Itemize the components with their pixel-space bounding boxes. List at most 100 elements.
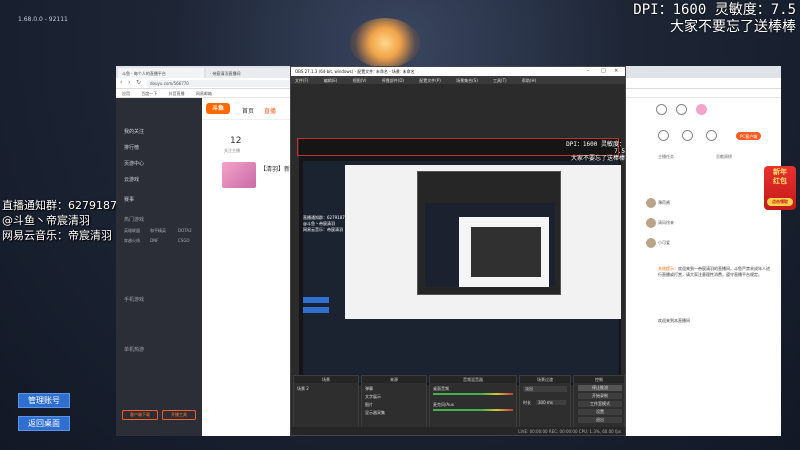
client-download-button[interactable]: 客户端下载 <box>122 410 158 420</box>
menu-profile[interactable]: 配置文件(P) <box>419 78 441 83</box>
start-recording-button[interactable]: 开始录制 <box>578 393 622 399</box>
stream-overlay-left: 直播通知群：627918776 @斗鱼丶帝宸清羽 网易云音乐：帝宸清羽 <box>2 198 131 243</box>
mixer-channel-label: 桌面音频 <box>433 386 449 391</box>
tab-host-task[interactable]: 主播任务 <box>658 154 674 160</box>
menu-scene-collection[interactable]: 场景集合(S) <box>456 78 478 83</box>
promo-line: 红包 <box>773 177 787 185</box>
preview-overlay-line: DPI：1600 灵敏度：7.5 <box>566 141 625 155</box>
broadcast-tool-button[interactable]: 开播工具 <box>162 410 196 420</box>
controls-dock: 控制 停止推流 开始录制 工作室模式 设置 退出 <box>573 375 625 435</box>
overlay-group-text: 直播通知群：627918776 <box>2 199 131 212</box>
chat-system-notice: 系统提示：欢迎来到一帝宸清羽的直播间，斗鱼严禁未成年人进行直播或打赏，请大家注意… <box>658 266 773 278</box>
preview-overlay-button <box>303 297 329 303</box>
duration-label: 时长 <box>523 400 531 405</box>
exit-button[interactable]: 退出 <box>578 417 622 423</box>
sidebar-game-link[interactable]: DNF <box>150 238 158 243</box>
duration-input[interactable]: 300 ms <box>536 400 566 405</box>
close-icon[interactable]: × <box>614 68 618 74</box>
maximize-icon[interactable]: □ <box>601 68 606 74</box>
mixer-channel-label: 麦克风/Aux <box>433 402 454 407</box>
bookmark-item[interactable]: 百度一下 <box>141 91 157 96</box>
back-icon[interactable]: ‹ <box>120 79 122 86</box>
rank-user-name[interactable]: 小可爱 <box>658 240 670 246</box>
message-icon[interactable] <box>676 104 687 115</box>
sidebar-game-link[interactable]: DOTA2 <box>178 228 192 233</box>
bookmark-item[interactable]: 应用 <box>122 91 130 96</box>
promo-claim-button[interactable]: 点击领取 <box>767 198 793 206</box>
return-desktop-button[interactable]: 返回桌面 <box>18 416 70 431</box>
stream-overlay-top-right: DPI：1600 灵敏度：7.5 大家不要忘了送棒棒 <box>633 2 796 36</box>
sidebar-item-webgame[interactable]: 页游中心 <box>124 160 144 167</box>
preview-overlay-button <box>303 307 329 313</box>
sidebar-item-match[interactable]: 赛事 <box>124 196 134 203</box>
overlay-dpi-text: DPI：1600 灵敏度：7.5 <box>633 2 796 18</box>
overlay-reminder-text: 大家不要忘了送棒棒 <box>670 19 796 35</box>
menu-help[interactable]: 帮助(H) <box>522 78 536 83</box>
overlay-douyu-text: @斗鱼丶帝宸清羽 <box>2 214 90 227</box>
preview-overlay-left: 直播通知群：627918776 @斗鱼丶帝宸清羽 网易云音乐：帝宸清羽 <box>303 215 350 233</box>
stop-streaming-button[interactable]: 停止推流 <box>578 385 622 391</box>
sidebar-game-link[interactable]: CSGO <box>178 238 190 243</box>
bookmark-item[interactable]: 抖音直播 <box>169 91 185 96</box>
sidebar-item-follow[interactable]: 我的关注 <box>124 128 144 135</box>
sidebar-game-link[interactable]: 和平精英 <box>150 228 166 234</box>
sidebar-section-hot: 热门游戏 <box>124 217 145 223</box>
forward-icon[interactable]: › <box>128 79 130 86</box>
avatar <box>646 238 656 248</box>
nav-home[interactable]: 首页 <box>242 106 254 115</box>
browser-tab[interactable]: · 帝宸清羽直播间 <box>206 68 292 78</box>
pc-client-button[interactable]: PC客户端 <box>736 132 762 140</box>
transition-select[interactable]: 淡出 <box>523 386 567 392</box>
scenes-dock: 场景 场景 2 <box>293 375 359 435</box>
transitions-title: 场景过渡 <box>520 376 570 383</box>
obs-menu-bar: 文件(F) 编辑(E) 视图(V) 停靠部件(D) 配置文件(P) 场景集合(S… <box>291 76 625 84</box>
studio-mode-button[interactable]: 工作室模式 <box>578 401 622 407</box>
obs-title: OBS 27.1.3 (64-bit, windows) - 配置文件: 未命名… <box>295 69 415 74</box>
source-item[interactable]: 图片 <box>365 402 373 408</box>
share-icon[interactable] <box>682 130 693 141</box>
nav-live[interactable]: 直播 <box>264 106 276 115</box>
sidebar-section-mobile: 手机游戏 <box>124 297 145 303</box>
preview-overlay-line: 大家不要忘了送棒棒 <box>570 155 625 162</box>
menu-view[interactable]: 视图(V) <box>353 78 367 83</box>
report-icon[interactable] <box>706 130 717 141</box>
minimize-icon[interactable]: – <box>587 68 590 74</box>
overlay-music-text: 网易云音乐：帝宸清羽 <box>2 229 112 242</box>
audio-meter <box>433 393 513 395</box>
douyu-logo[interactable]: 斗鱼 <box>206 103 230 114</box>
sources-dock: 来源 弹幕 文字展示 图片 显示器采集 <box>361 375 427 435</box>
scene-item[interactable]: 场景 2 <box>297 386 309 392</box>
new-year-red-packet[interactable]: 新年 红包 点击领取 <box>764 166 796 210</box>
tab-weekly-rank[interactable]: 贡献周榜 <box>716 154 732 160</box>
browser-tab[interactable]: 斗鱼 · 每个人的直播平台 <box>118 68 204 78</box>
gift-icon[interactable] <box>658 130 669 141</box>
avatar <box>646 218 656 228</box>
audio-mixer-title: 音频混音器 <box>430 376 516 383</box>
rank-user-name[interactable]: 清风徐来 <box>658 220 674 226</box>
menu-edit[interactable]: 编辑(E) <box>324 78 338 83</box>
menu-docks[interactable]: 停靠部件(D) <box>382 78 404 83</box>
address-input[interactable]: douyu.com/566770 <box>146 80 296 87</box>
bookmark-item[interactable]: 网易邮箱 <box>196 91 212 96</box>
rank-user-name[interactable]: 薄荷酱 <box>658 200 670 206</box>
sidebar-item-rank[interactable]: 排行榜 <box>124 144 139 151</box>
menu-file[interactable]: 文件(F) <box>295 78 308 83</box>
reload-icon[interactable]: ↻ <box>136 79 141 86</box>
settings-button[interactable]: 设置 <box>578 409 622 415</box>
sidebar-item-cloudgame[interactable]: 云游戏 <box>124 176 139 183</box>
sidebar-game-link[interactable]: 穿越火线 <box>124 238 140 244</box>
room-thumbnail[interactable] <box>222 162 256 188</box>
source-item[interactable]: 弹幕 <box>365 386 373 392</box>
source-item[interactable]: 显示器采集 <box>365 410 385 416</box>
sources-dock-title: 来源 <box>362 376 426 383</box>
manage-account-button[interactable]: 管理账号 <box>18 393 70 408</box>
app-version: 1.68.0.0 - 92111 <box>18 16 68 23</box>
sidebar-game-link[interactable]: 英雄联盟 <box>124 228 140 234</box>
room-title[interactable]: 【清羽】新 <box>260 164 290 173</box>
history-icon[interactable] <box>656 104 667 115</box>
avatar[interactable] <box>696 104 707 115</box>
nested-obs-capture <box>471 227 541 277</box>
source-item[interactable]: 文字展示 <box>365 394 381 400</box>
menu-tools[interactable]: 工具(T) <box>493 78 507 83</box>
transitions-dock: 场景过渡 淡出 时长 300 ms <box>519 375 571 435</box>
